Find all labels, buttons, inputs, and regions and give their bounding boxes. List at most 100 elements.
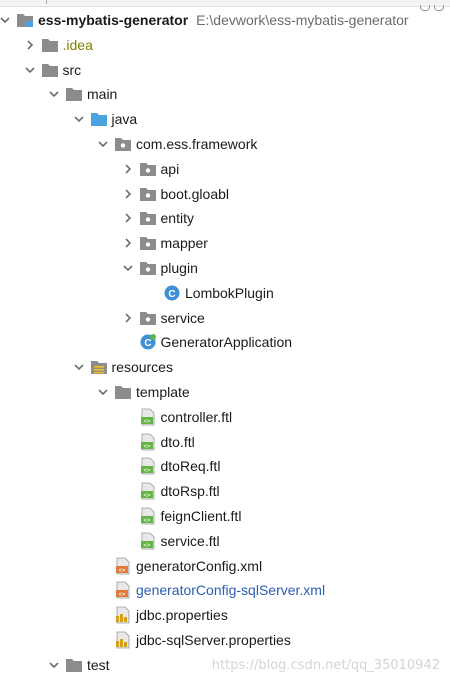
module-folder-icon bbox=[16, 11, 34, 29]
svg-text:<>: <> bbox=[143, 467, 151, 474]
tree-node-label: entity bbox=[160, 210, 194, 227]
package-icon bbox=[139, 209, 157, 227]
watermark: https://blog.csdn.net/qq_35010942 bbox=[211, 658, 440, 673]
tree-node-class-lombok-plugin[interactable]: C LombokPlugin bbox=[0, 281, 450, 305]
chevron-right-icon[interactable] bbox=[121, 206, 135, 230]
chevron-down-icon[interactable] bbox=[96, 132, 110, 156]
tree-node-package-mapper[interactable]: mapper bbox=[0, 231, 450, 255]
tree-node-label: main bbox=[87, 86, 118, 103]
folder-icon bbox=[65, 85, 83, 103]
svg-text:<>: <> bbox=[143, 492, 151, 499]
tree-node-label: boot.gloabl bbox=[160, 185, 230, 202]
tree-node-file-jdbc-properties[interactable]: jdbc.properties bbox=[0, 603, 450, 627]
tree-node-label: generatorConfig.xml bbox=[136, 557, 263, 574]
tree-node-java-folder[interactable]: java bbox=[0, 107, 450, 131]
tree-node-label: generatorConfig-sqlServer.xml bbox=[136, 582, 326, 599]
ftl-file-icon: <> bbox=[139, 482, 157, 500]
xml-file-icon: <> bbox=[114, 557, 132, 575]
tree-node-label: test bbox=[87, 656, 110, 673]
tree-node-label: com.ess.framework bbox=[136, 136, 258, 152]
chevron-down-icon[interactable] bbox=[47, 653, 61, 677]
toolbar-icons bbox=[416, 0, 444, 11]
svg-text:<>: <> bbox=[143, 443, 151, 450]
tree-node-label: .idea bbox=[62, 36, 93, 53]
toolbar-mark bbox=[46, 0, 53, 4]
source-folder-icon bbox=[90, 110, 108, 128]
chevron-right-icon[interactable] bbox=[121, 231, 135, 255]
tree-node-label: feignClient.ftl bbox=[160, 508, 242, 524]
ftl-file-icon: <> bbox=[139, 433, 157, 451]
chevron-down-icon[interactable] bbox=[96, 380, 110, 404]
folder-icon bbox=[41, 61, 59, 79]
tree-node-package-api[interactable]: api bbox=[0, 157, 450, 181]
tree-node-idea-folder[interactable]: .idea bbox=[0, 33, 450, 57]
tree-node-label: template bbox=[136, 384, 190, 400]
chevron-down-icon[interactable] bbox=[23, 58, 37, 82]
tree-node-label: service.ftl bbox=[160, 532, 220, 549]
tree-node-package-service[interactable]: service bbox=[0, 306, 450, 330]
svg-text:<>: <> bbox=[143, 517, 151, 524]
tree-node-label: GeneratorApplication bbox=[160, 334, 293, 351]
folder-icon bbox=[41, 36, 59, 54]
package-icon bbox=[139, 259, 157, 277]
tree-node-file-generatorconfig-sqlserver-xml[interactable]: <> generatorConfig-sqlServer.xml bbox=[0, 578, 450, 602]
properties-file-icon bbox=[114, 631, 132, 649]
chevron-down-icon[interactable] bbox=[121, 256, 135, 280]
tree-node-label: java bbox=[111, 111, 138, 128]
chevron-right-icon[interactable] bbox=[121, 182, 135, 206]
package-icon bbox=[139, 160, 157, 178]
tree-node-label: service bbox=[160, 309, 205, 326]
tree-node-package-entity[interactable]: entity bbox=[0, 206, 450, 230]
resources-folder-icon bbox=[90, 358, 108, 376]
chevron-down-icon[interactable] bbox=[47, 82, 61, 106]
tree-node-file-dto-ftl[interactable]: <> dto.ftl bbox=[0, 430, 450, 454]
tree-node-file-controller-ftl[interactable]: <> controller.ftl bbox=[0, 405, 450, 429]
tree-node-file-jdbc-sqlserver-properties[interactable]: jdbc-sqlServer.properties bbox=[0, 628, 450, 652]
tree-node-label: api bbox=[160, 160, 180, 177]
tree-node-label: resources bbox=[111, 359, 173, 376]
tree-node-class-generator-application[interactable]: C GeneratorApplication bbox=[0, 330, 450, 354]
tree-node-resources-folder[interactable]: resources bbox=[0, 355, 450, 379]
tree-node-main-folder[interactable]: main bbox=[0, 82, 450, 106]
ftl-file-icon: <> bbox=[139, 507, 157, 525]
chevron-down-icon[interactable] bbox=[72, 107, 86, 131]
tree-node-label: dtoRsp.ftl bbox=[160, 483, 220, 500]
tree-node-package-plugin[interactable]: plugin bbox=[0, 256, 450, 280]
tree-node-package-com-ess-framework[interactable]: com.ess.framework bbox=[0, 132, 450, 156]
svg-text:<>: <> bbox=[118, 591, 126, 598]
tree-node-label: dto.ftl bbox=[160, 433, 195, 450]
tree-node-project-root[interactable]: ess-mybatis-generator E:\devwork\ess-myba… bbox=[0, 8, 450, 32]
top-toolbar-edge bbox=[0, 0, 450, 11]
chevron-down-icon[interactable] bbox=[72, 355, 86, 379]
tree-node-label: src bbox=[62, 61, 82, 78]
java-class-icon: C bbox=[163, 284, 181, 302]
tree-node-label: LombokPlugin bbox=[185, 284, 274, 301]
svg-text:<>: <> bbox=[118, 567, 126, 574]
package-icon bbox=[139, 234, 157, 252]
tree-node-label: jdbc-sqlServer.properties bbox=[136, 632, 291, 648]
properties-file-icon bbox=[114, 606, 132, 624]
tree-node-label: controller.ftl bbox=[160, 408, 233, 425]
tree-node-label: dtoReq.ftl bbox=[160, 458, 221, 475]
tree-node-label: jdbc.properties bbox=[136, 607, 228, 624]
chevron-right-icon[interactable] bbox=[121, 306, 135, 330]
package-icon bbox=[114, 135, 132, 153]
tree-node-package-boot-gloabl[interactable]: boot.gloabl bbox=[0, 182, 450, 206]
tree-node-label: mapper bbox=[160, 235, 208, 252]
chevron-down-icon[interactable] bbox=[0, 8, 12, 32]
folder-icon bbox=[65, 656, 83, 674]
svg-text:<>: <> bbox=[143, 542, 151, 549]
chevron-right-icon[interactable] bbox=[23, 33, 37, 57]
tree-node-file-service-ftl[interactable]: <> service.ftl bbox=[0, 529, 450, 553]
tree-node-template-folder[interactable]: template bbox=[0, 380, 450, 404]
package-icon bbox=[139, 185, 157, 203]
tree-node-file-feignclient-ftl[interactable]: <> feignClient.ftl bbox=[0, 504, 450, 528]
tree-node-file-generatorconfig-xml[interactable]: <> generatorConfig.xml bbox=[0, 554, 450, 578]
tree-node-file-dtoreq-ftl[interactable]: <> dtoReq.ftl bbox=[0, 454, 450, 478]
xml-file-icon: <> bbox=[114, 581, 132, 599]
package-icon bbox=[139, 309, 157, 327]
tree-node-src-folder[interactable]: src bbox=[0, 58, 450, 82]
tree-node-label: ess-mybatis-generator E:\devwork\ess-myba… bbox=[38, 12, 409, 28]
chevron-right-icon[interactable] bbox=[121, 157, 135, 181]
tree-node-file-dtorsp-ftl[interactable]: <> dtoRsp.ftl bbox=[0, 479, 450, 503]
